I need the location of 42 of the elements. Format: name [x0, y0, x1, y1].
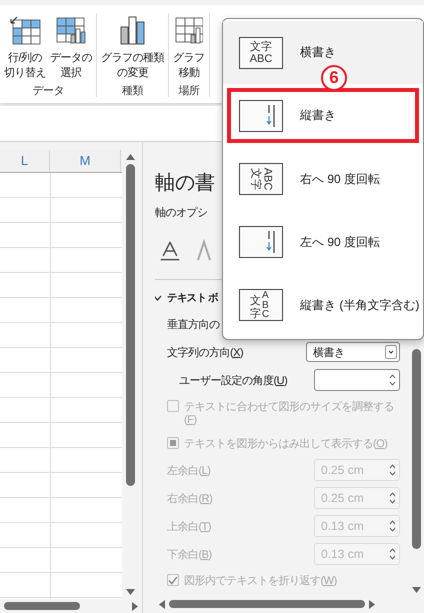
pane-tab[interactable]: 軸のオプシ [155, 204, 208, 222]
direction-select[interactable]: 横書き [306, 342, 400, 362]
chevron-down-icon[interactable] [155, 295, 162, 301]
swap-grid-icon [9, 15, 41, 45]
section-title[interactable]: テキスト ボ [167, 291, 218, 305]
data-grid-icon [55, 15, 87, 45]
group-label: データ [32, 84, 64, 98]
caret-icon[interactable] [385, 345, 397, 359]
field-label: 下余白(B) [167, 548, 212, 562]
spin-arrows-icon[interactable] [389, 373, 396, 387]
ribbon-button[interactable]: 行/列の 切り替え [3, 13, 47, 83]
ribbon-button[interactable]: グラフの種類 の変更 [100, 13, 165, 83]
pane-title: 軸の書 [155, 171, 215, 196]
scroll-down-icon[interactable] [126, 589, 134, 595]
field-label: 図形内でテキストを折り返す(W) [184, 574, 337, 588]
field-label: 左余白(L) [167, 464, 210, 478]
group-label: 種類 [122, 84, 143, 98]
column-header[interactable]: L [0, 150, 50, 172]
field-label: テキストに合わせて図形のサイズを調整する(F) [184, 400, 395, 426]
column-header[interactable]: M [50, 150, 121, 172]
spin-field[interactable] [314, 369, 400, 391]
scroll-right-icon[interactable] [132, 602, 138, 610]
text-direction-icon [239, 226, 283, 258]
group-label: 場所 [178, 84, 200, 98]
menu-item[interactable]: 左へ 90 度回転 [223, 210, 423, 274]
scroll-left-icon[interactable] [159, 600, 165, 608]
field-label: 垂直方向の [167, 318, 220, 332]
scroll-right-icon[interactable] [369, 600, 375, 608]
field-label: 右余白(R) [167, 492, 212, 506]
menu-item[interactable]: ABC 文字 右へ 90 度回転 [223, 147, 423, 211]
scroll-down-icon[interactable] [412, 587, 420, 593]
field-label: ユーザー設定の角度(U) [179, 374, 288, 388]
ribbon-button[interactable]: グラフ 移動 [172, 13, 206, 83]
text-direction-icon [239, 100, 283, 132]
chart-grid-icon [174, 15, 203, 45]
scroll-up-icon[interactable] [126, 154, 134, 160]
field-label: 上余白(T) [167, 520, 212, 534]
icon-text: 文字 ABC [250, 40, 272, 65]
field-label: テキストを図形からはみ出して表示する(O) [184, 437, 388, 451]
field-label: 文字列の方向(X) [167, 346, 244, 360]
icon-text: ABC 文字 [249, 168, 273, 190]
ribbon-button[interactable]: データの 選択 [49, 13, 93, 83]
